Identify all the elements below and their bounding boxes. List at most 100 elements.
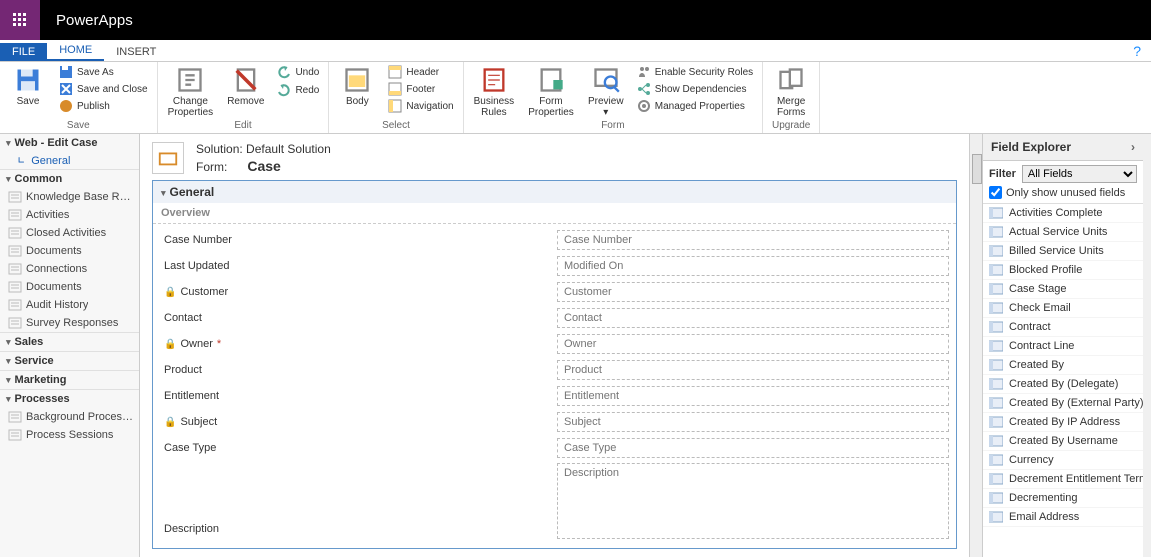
nav-section-common[interactable]: Common — [0, 169, 139, 188]
field-icon — [989, 492, 1003, 504]
publish-button[interactable]: Publish — [56, 98, 151, 114]
save-as-button[interactable]: Save As — [56, 64, 151, 80]
tab-insert[interactable]: INSERT — [104, 43, 168, 61]
field-input[interactable] — [557, 308, 949, 328]
field-explorer-item[interactable]: Check Email — [983, 299, 1143, 318]
form-properties-button[interactable]: Form Properties — [524, 64, 578, 120]
field-icon — [989, 283, 1003, 295]
field-explorer-item[interactable]: Decrementing — [983, 489, 1143, 508]
field-explorer-item[interactable]: Currency — [983, 451, 1143, 470]
form-field-row[interactable]: Case Number — [159, 228, 950, 252]
field-input[interactable] — [557, 412, 949, 432]
scrollbar[interactable] — [1143, 134, 1151, 557]
only-unused-checkbox[interactable] — [989, 186, 1002, 199]
splitter[interactable] — [969, 134, 983, 557]
field-input[interactable] — [557, 282, 949, 302]
undo-button[interactable]: Undo — [274, 64, 322, 80]
field-explorer-item[interactable]: Created By IP Address — [983, 413, 1143, 432]
filter-select[interactable]: All Fields — [1022, 165, 1137, 183]
field-icon — [989, 473, 1003, 485]
field-explorer-item[interactable]: Created By (Delegate) — [983, 375, 1143, 394]
nav-section-marketing[interactable]: Marketing — [0, 370, 139, 389]
save-and-close-button[interactable]: Save and Close — [56, 81, 151, 97]
field-label: Last Updated — [160, 258, 555, 274]
show-dependencies-button[interactable]: Show Dependencies — [634, 81, 756, 97]
remove-button[interactable]: Remove — [223, 64, 268, 109]
nav-item[interactable]: Activities — [0, 206, 139, 224]
nav-item[interactable]: Knowledge Base Reco… — [0, 188, 139, 206]
field-explorer-item[interactable]: Activities Complete — [983, 204, 1143, 223]
nav-item[interactable]: Closed Activities — [0, 224, 139, 242]
nav-item[interactable]: Process Sessions — [0, 426, 139, 444]
form-field-row[interactable]: Entitlement — [159, 384, 950, 408]
nav-sub-general[interactable]: ∟ General — [0, 152, 139, 169]
field-input[interactable] — [557, 256, 949, 276]
field-input[interactable] — [557, 334, 949, 354]
nav-section-sales[interactable]: Sales — [0, 332, 139, 351]
form-properties-icon — [537, 66, 565, 94]
field-explorer-item[interactable]: Actual Service Units — [983, 223, 1143, 242]
change-properties-button[interactable]: Change Properties — [164, 64, 218, 120]
field-textarea[interactable] — [557, 463, 949, 539]
chevron-right-icon[interactable]: › — [1131, 140, 1135, 154]
tab-overview[interactable]: Overview — [153, 203, 956, 224]
footer-button[interactable]: Footer — [385, 81, 456, 97]
form-field-row[interactable]: 🔒Owner * — [159, 332, 950, 356]
section-general[interactable]: General — [153, 181, 956, 203]
field-explorer-item[interactable]: Created By Username — [983, 432, 1143, 451]
field-input[interactable] — [557, 438, 949, 458]
tab-home[interactable]: HOME — [47, 41, 104, 61]
field-label: Case Type — [160, 440, 555, 456]
form-field-row[interactable]: Last Updated — [159, 254, 950, 278]
tab-file[interactable]: FILE — [0, 43, 47, 61]
form-field-row[interactable]: 🔒Subject — [159, 410, 950, 434]
business-rules-button[interactable]: Business Rules — [470, 64, 519, 120]
nav-item[interactable]: Survey Responses — [0, 314, 139, 332]
field-input[interactable] — [557, 386, 949, 406]
field-explorer-item[interactable]: Created By (External Party) — [983, 394, 1143, 413]
nav-section-service[interactable]: Service — [0, 351, 139, 370]
form-field-row[interactable]: 🔒Customer — [159, 280, 950, 304]
nav-section-processes[interactable]: Processes — [0, 389, 139, 408]
nav-item[interactable]: Documents — [0, 242, 139, 260]
nav-item[interactable]: Documents — [0, 278, 139, 296]
merge-forms-button[interactable]: Merge Forms — [769, 64, 813, 120]
only-unused-label: Only show unused fields — [1006, 187, 1125, 199]
help-icon[interactable]: ? — [1133, 43, 1141, 59]
field-explorer-item[interactable]: Decrement Entitlement Terms — [983, 470, 1143, 489]
nav-item[interactable]: Connections — [0, 260, 139, 278]
field-icon — [989, 416, 1003, 428]
nav-section-webedit[interactable]: Web - Edit Case — [0, 134, 139, 152]
app-launcher-button[interactable] — [0, 0, 40, 40]
field-explorer-item[interactable]: Billed Service Units — [983, 242, 1143, 261]
field-explorer-item[interactable]: Email Address — [983, 508, 1143, 527]
nav-item[interactable]: Audit History — [0, 296, 139, 314]
header-icon — [388, 65, 402, 79]
field-explorer-item[interactable]: Created By — [983, 356, 1143, 375]
field-input[interactable] — [557, 230, 949, 250]
navigation-button[interactable]: Navigation — [385, 98, 456, 114]
form-field-description[interactable]: Description — [159, 462, 950, 542]
field-explorer-item[interactable]: Contract — [983, 318, 1143, 337]
field-icon — [989, 378, 1003, 390]
field-explorer-item[interactable]: Case Stage — [983, 280, 1143, 299]
save-button[interactable]: Save — [6, 64, 50, 109]
field-explorer-item[interactable]: Blocked Profile — [983, 261, 1143, 280]
preview-button[interactable]: Preview▾ — [584, 64, 628, 120]
save-icon — [14, 66, 42, 94]
field-input[interactable] — [557, 360, 949, 380]
form-field-row[interactable]: Contact — [159, 306, 950, 330]
form-field-row[interactable]: Case Type — [159, 436, 950, 460]
undo-icon — [277, 65, 291, 79]
form-field-row[interactable]: Product — [159, 358, 950, 382]
redo-button[interactable]: Redo — [274, 82, 322, 98]
tab-strip: FILE HOME INSERT ? — [0, 40, 1151, 62]
field-icon — [989, 321, 1003, 333]
enable-security-roles-button[interactable]: Enable Security Roles — [634, 64, 756, 80]
managed-properties-button[interactable]: Managed Properties — [634, 98, 756, 114]
nav-item[interactable]: Background Processes — [0, 408, 139, 426]
header-button[interactable]: Header — [385, 64, 456, 80]
field-explorer-header: Field Explorer › — [983, 134, 1143, 161]
field-explorer-item[interactable]: Contract Line — [983, 337, 1143, 356]
body-button[interactable]: Body — [335, 64, 379, 109]
